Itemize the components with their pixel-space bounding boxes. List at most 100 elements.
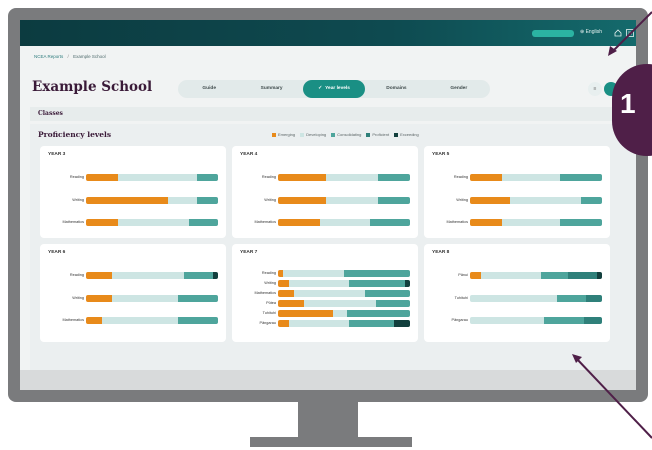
tab-gender[interactable]: Gender — [428, 80, 490, 98]
legend-swatch — [300, 132, 305, 137]
bar-segment-consolidating — [365, 290, 410, 297]
proficiency-bar[interactable] — [470, 197, 602, 204]
bar-segment-consolidating — [178, 295, 218, 302]
tab-year-levels[interactable]: ✓ Year levels — [302, 80, 366, 98]
year-card[interactable]: YEAR 3 Reading Writing Mathematics — [40, 146, 226, 238]
bar-segment-exceeding — [394, 320, 410, 327]
app-header: ⊕ English — [20, 20, 636, 46]
bar-segment-proficient — [583, 317, 602, 324]
bar-segment-emerging — [278, 320, 289, 327]
tab-guide[interactable]: Guide — [178, 80, 240, 98]
bar-segment-developing — [470, 317, 544, 324]
legend-swatch — [366, 132, 371, 137]
proficiency-bar[interactable] — [470, 219, 602, 226]
tab-label: Year levels — [325, 86, 350, 91]
proficiency-bar[interactable] — [278, 320, 410, 327]
bar-segment-emerging — [278, 290, 294, 297]
bar-segment-consolidating — [343, 270, 410, 277]
bar-segment-emerging — [86, 272, 113, 279]
proficiency-bar[interactable] — [278, 310, 410, 317]
proficiency-bar[interactable] — [278, 290, 410, 297]
bar-segment-consolidating — [370, 219, 410, 226]
bar-segment-developing — [325, 174, 379, 181]
breadcrumb-root-link[interactable]: NCEA Reports — [34, 54, 63, 59]
bar-segment-consolidating — [346, 310, 410, 317]
menu-icon[interactable] — [626, 29, 634, 37]
subject-row: Mathematics — [40, 317, 226, 324]
bar-segment-developing — [501, 174, 560, 181]
year-card[interactable]: YEAR 8 Pānui Tuhituhi Pāngarau — [424, 244, 610, 342]
bar-segment-developing — [470, 295, 558, 302]
bar-segment-developing — [320, 219, 371, 226]
subject-label: Writing — [264, 198, 276, 202]
language-selector[interactable]: ⊕ English — [580, 29, 602, 35]
tab-domains[interactable]: Domains — [365, 80, 427, 98]
subject-label: Tuhituhi — [262, 311, 276, 315]
proficiency-bar[interactable] — [278, 197, 410, 204]
proficiency-bar[interactable] — [470, 174, 602, 181]
proficiency-bar[interactable] — [86, 197, 218, 204]
subject-label: Reading — [453, 175, 468, 179]
subject-row: Mathematics — [232, 219, 418, 226]
subject-label: Mathematics — [254, 291, 276, 295]
legend-label: Emerging — [278, 132, 296, 137]
proficiency-bar[interactable] — [470, 272, 602, 279]
bar-segment-developing — [509, 197, 581, 204]
bar-segment-consolidating — [543, 317, 584, 324]
year-card-title: YEAR 7 — [240, 250, 258, 255]
header-search-pill[interactable] — [532, 30, 574, 37]
proficiency-bar[interactable] — [278, 270, 410, 277]
legend-label: Proficient — [372, 132, 390, 137]
tab-label: Domains — [386, 86, 407, 91]
bar-segment-developing — [293, 290, 366, 297]
proficiency-bar[interactable] — [470, 317, 602, 324]
globe-icon: ⊕ — [580, 29, 585, 35]
tab-summary[interactable]: Summary — [240, 80, 302, 98]
year-card[interactable]: YEAR 4 Reading Writing Mathematics — [232, 146, 418, 238]
year-card[interactable]: YEAR 7 Reading Writing Mathematics Pūtea Tuhi… — [232, 244, 418, 342]
bar-segment-emerging — [278, 219, 321, 226]
monitor-stand-base — [250, 437, 412, 447]
bar-segment-developing — [167, 197, 197, 204]
year-card[interactable]: YEAR 5 Reading Writing Mathematics — [424, 146, 610, 238]
proficiency-bar[interactable] — [278, 300, 410, 307]
bar-segment-emerging — [278, 197, 326, 204]
proficiency-bar[interactable] — [278, 219, 410, 226]
subject-row: Tuhituhi — [232, 310, 418, 317]
proficiency-bar[interactable] — [86, 219, 218, 226]
proficiency-bar[interactable] — [86, 317, 218, 324]
subject-row: Pūtea — [232, 300, 418, 307]
bar-segment-exceeding — [212, 272, 218, 279]
subject-label: Mathematics — [254, 220, 276, 224]
breadcrumb-separator: / — [67, 54, 69, 59]
proficiency-legend: Emerging Developing Consolidating Proficien… — [272, 132, 424, 137]
check-icon: ✓ — [318, 86, 323, 91]
legend-item: Consolidating — [331, 132, 361, 137]
subject-label: Reading — [69, 175, 84, 179]
year-card[interactable]: YEAR 6 Reading Writing Mathematics — [40, 244, 226, 342]
subject-row: Tuhituhi — [424, 295, 610, 302]
bar-segment-proficient — [586, 295, 602, 302]
subject-label: Reading — [69, 273, 84, 277]
subject-label: Mathematics — [62, 318, 84, 322]
bar-segment-developing — [288, 280, 350, 287]
year-card-title: YEAR 5 — [432, 152, 450, 157]
proficiency-bar[interactable] — [278, 280, 410, 287]
proficiency-bar[interactable] — [470, 295, 602, 302]
subject-label: Writing — [264, 281, 276, 285]
proficiency-bar[interactable] — [86, 295, 218, 302]
bar-segment-consolidating — [375, 300, 410, 307]
proficiency-bar[interactable] — [86, 272, 218, 279]
subject-row: Writing — [232, 280, 418, 287]
filter-button[interactable]: ≡ — [588, 82, 602, 96]
bar-segment-developing — [117, 174, 197, 181]
home-icon[interactable] — [614, 29, 622, 37]
bar-segment-consolidating — [349, 320, 395, 327]
bar-segment-exceeding — [404, 280, 410, 287]
proficiency-bar[interactable] — [86, 174, 218, 181]
subject-row: Writing — [232, 197, 418, 204]
classes-section-header[interactable]: Classes — [30, 107, 636, 121]
subject-label: Pūtea — [266, 301, 276, 305]
proficiency-bar[interactable] — [278, 174, 410, 181]
subject-row: Mathematics — [424, 219, 610, 226]
